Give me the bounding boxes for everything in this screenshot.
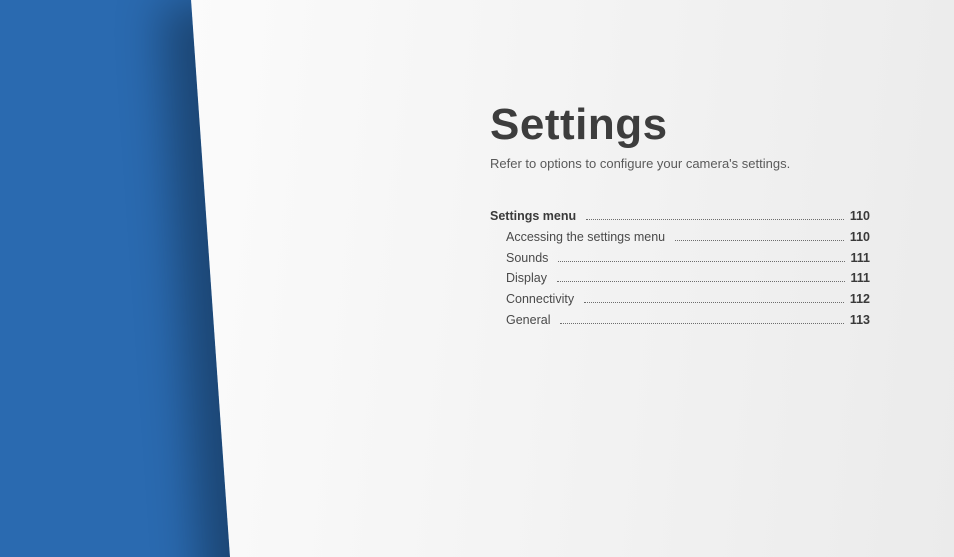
toc-dots [557, 281, 845, 282]
toc-dots [586, 219, 844, 220]
toc-item-page: 110 [850, 228, 870, 247]
toc-item-label: General [506, 311, 550, 330]
toc-item-label: Accessing the settings menu [506, 228, 665, 247]
toc-dots [584, 302, 844, 303]
toc-item-page: 112 [850, 290, 870, 309]
page-subtitle: Refer to options to configure your camer… [490, 156, 870, 171]
toc-item-row: Sounds 111 [490, 249, 870, 268]
page-content: Settings Refer to options to configure y… [490, 100, 870, 332]
toc-dots [558, 261, 844, 262]
toc-item-label: Connectivity [506, 290, 574, 309]
page-title: Settings [490, 100, 870, 150]
toc-header-page: 110 [850, 207, 870, 226]
toc-item-row: Connectivity 112 [490, 290, 870, 309]
toc-dots [675, 240, 844, 241]
toc-item-page: 113 [850, 311, 870, 330]
toc-header-row: Settings menu 110 [490, 207, 870, 226]
toc-header-label: Settings menu [490, 207, 576, 226]
toc-item-label: Sounds [506, 249, 548, 268]
document-stage: Settings Refer to options to configure y… [0, 0, 954, 557]
toc-dots [560, 323, 843, 324]
toc-item-row: General 113 [490, 311, 870, 330]
toc-item-page: 111 [851, 269, 870, 288]
table-of-contents: Settings menu 110 Accessing the settings… [490, 207, 870, 330]
toc-item-row: Display 111 [490, 269, 870, 288]
toc-item-page: 111 [851, 249, 870, 268]
toc-item-row: Accessing the settings menu 110 [490, 228, 870, 247]
toc-item-label: Display [506, 269, 547, 288]
